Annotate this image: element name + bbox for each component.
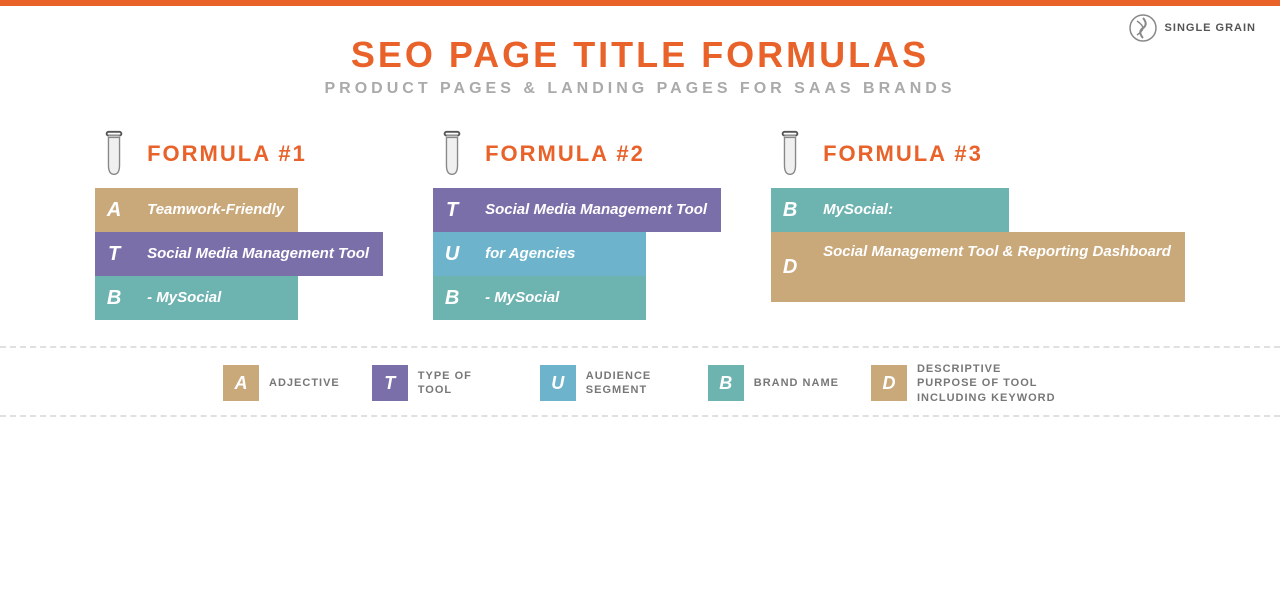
formula-3-row-b: B MySocial: bbox=[771, 188, 1185, 232]
formula-2-content-b: - MySocial bbox=[471, 276, 646, 320]
formula-1-letter-b: B bbox=[95, 276, 133, 320]
formula-2-block: FORMULA #2 T Social Media Management Too… bbox=[433, 130, 721, 320]
header-title-accent: FORMULAS bbox=[701, 34, 929, 75]
legend-text-d: DESCRIPTIVE PURPOSE OF TOOL INCLUDING KE… bbox=[917, 362, 1057, 405]
legend-text-t: TYPE OF TOOL bbox=[418, 369, 508, 398]
legend-item-d: D DESCRIPTIVE PURPOSE OF TOOL INCLUDING … bbox=[871, 362, 1057, 405]
header: SEO PAGE TITLE FORMULAS PRODUCT PAGES & … bbox=[0, 6, 1280, 108]
header-title-plain: SEO PAGE TITLE bbox=[351, 34, 701, 75]
formula-3-content-b: MySocial: bbox=[809, 188, 1009, 232]
formula-1-row-t: T Social Media Management Tool bbox=[95, 232, 383, 276]
formula-2-rows: T Social Media Management Tool U for Age… bbox=[433, 188, 721, 320]
formula-3-rows: B MySocial: D Social Management Tool & R… bbox=[771, 188, 1185, 302]
formula-3-label: FORMULA #3 bbox=[823, 141, 983, 167]
single-grain-logo-icon bbox=[1129, 14, 1157, 42]
test-tube-1-icon bbox=[95, 130, 133, 178]
legend-text-b: BRAND NAME bbox=[754, 376, 839, 390]
formula-1-row-a: A Teamwork-Friendly bbox=[95, 188, 383, 232]
formula-2-row-b: B - MySocial bbox=[433, 276, 721, 320]
formula-2-content-t: Social Media Management Tool bbox=[471, 188, 721, 232]
legend-item-t: T TYPE OF TOOL bbox=[372, 365, 508, 401]
formula-1-content-b: - MySocial bbox=[133, 276, 298, 320]
formula-3-letter-d: D bbox=[771, 232, 809, 302]
legend-text-a: ADJECTIVE bbox=[269, 376, 340, 390]
formula-2-letter-u: U bbox=[433, 232, 471, 276]
formula-1-rows: A Teamwork-Friendly T Social Media Manag… bbox=[95, 188, 383, 320]
formula-1-block: FORMULA #1 A Teamwork-Friendly T Social … bbox=[95, 130, 383, 320]
formula-1-letter-a: A bbox=[95, 188, 133, 232]
formula-1-content-t: Social Media Management Tool bbox=[133, 232, 383, 276]
formula-3-row-d: D Social Management Tool & Reporting Das… bbox=[771, 232, 1185, 302]
legend-area: A ADJECTIVE T TYPE OF TOOL U AUDIENCE SE… bbox=[0, 346, 1280, 417]
formula-2-letter-b: B bbox=[433, 276, 471, 320]
logo-area: SINGLE GRAIN bbox=[1129, 14, 1256, 42]
formula-2-header: FORMULA #2 bbox=[433, 130, 645, 178]
test-tube-3-icon bbox=[771, 130, 809, 178]
legend-item-u: U AUDIENCE SEGMENT bbox=[540, 365, 676, 401]
formula-2-row-u: U for Agencies bbox=[433, 232, 721, 276]
formula-1-content-a: Teamwork-Friendly bbox=[133, 188, 298, 232]
formula-1-row-b: B - MySocial bbox=[95, 276, 383, 320]
legend-item-a: A ADJECTIVE bbox=[223, 365, 340, 401]
formula-1-letter-t: T bbox=[95, 232, 133, 276]
legend-box-d: D bbox=[871, 365, 907, 401]
formula-2-letter-t: T bbox=[433, 188, 471, 232]
formula-1-label: FORMULA #1 bbox=[147, 141, 307, 167]
formula-3-letter-b: B bbox=[771, 188, 809, 232]
formula-2-row-t: T Social Media Management Tool bbox=[433, 188, 721, 232]
legend-box-b: B bbox=[708, 365, 744, 401]
logo-text: SINGLE GRAIN bbox=[1165, 22, 1256, 34]
test-tube-2-icon bbox=[433, 130, 471, 178]
formula-3-header: FORMULA #3 bbox=[771, 130, 983, 178]
formulas-row: FORMULA #1 A Teamwork-Friendly T Social … bbox=[0, 130, 1280, 320]
formula-2-label: FORMULA #2 bbox=[485, 141, 645, 167]
formula-1-header: FORMULA #1 bbox=[95, 130, 307, 178]
legend-box-a: A bbox=[223, 365, 259, 401]
header-title: SEO PAGE TITLE FORMULAS bbox=[0, 34, 1280, 76]
formula-3-content-d: Social Management Tool & Reporting Dashb… bbox=[809, 232, 1185, 302]
legend-item-b: B BRAND NAME bbox=[708, 365, 839, 401]
legend-box-t: T bbox=[372, 365, 408, 401]
formula-2-content-u: for Agencies bbox=[471, 232, 646, 276]
legend-text-u: AUDIENCE SEGMENT bbox=[586, 369, 676, 398]
formula-3-block: FORMULA #3 B MySocial: D Social Manageme… bbox=[771, 130, 1185, 320]
legend-box-u: U bbox=[540, 365, 576, 401]
header-subtitle: PRODUCT PAGES & LANDING PAGES FOR SAAS B… bbox=[0, 80, 1280, 98]
